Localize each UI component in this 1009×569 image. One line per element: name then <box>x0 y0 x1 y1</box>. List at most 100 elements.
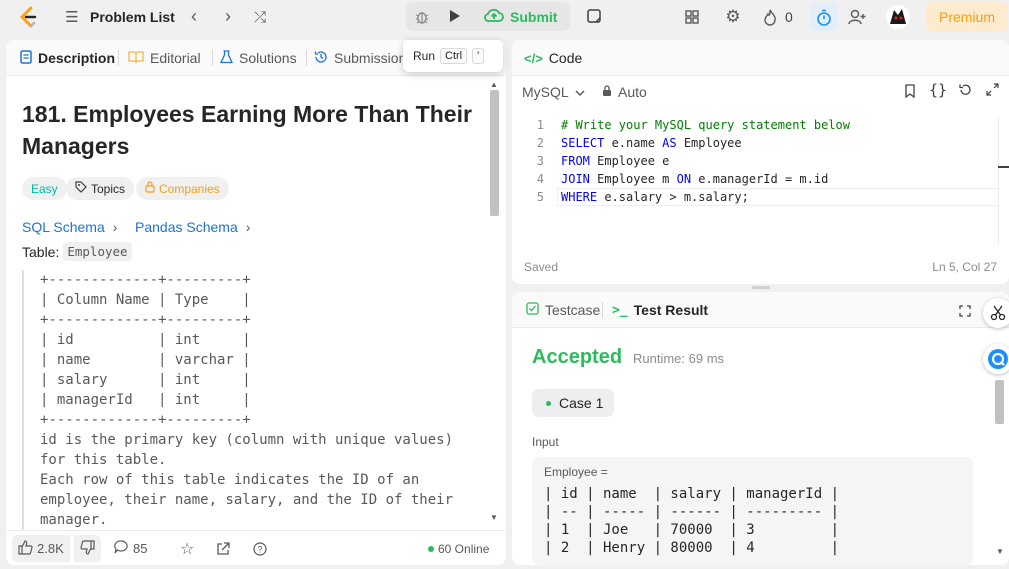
book-icon <box>128 50 144 66</box>
scissors-widget[interactable] <box>983 298 1009 328</box>
like-button[interactable]: 2.8K <box>12 535 70 562</box>
result-panel: Testcase >_ Test Result Accepted Runtime… <box>512 292 1009 565</box>
schema-line: Each row of this table indicates the ID … <box>40 472 420 488</box>
thumbs-down-icon <box>80 539 95 558</box>
code-text: JOIN Employee m ON e.managerId = m.id <box>561 170 828 188</box>
timer-icon[interactable] <box>810 3 838 31</box>
tooltip-key-ctrl: Ctrl <box>440 48 468 64</box>
tab-label: Description <box>38 50 116 66</box>
code-editor[interactable]: 1 # Write your MySQL query statement belo… <box>512 116 998 246</box>
assistant-widget[interactable] <box>983 344 1009 374</box>
bookmark-icon[interactable] <box>904 84 916 103</box>
reset-icon[interactable] <box>958 83 972 102</box>
description-scrollbar[interactable] <box>490 90 499 216</box>
notes-icon[interactable] <box>584 6 604 26</box>
layout-icon[interactable] <box>682 7 702 27</box>
tab-submissions[interactable]: Submission <box>314 40 406 76</box>
fullscreen-icon[interactable] <box>959 304 971 322</box>
tooltip-run-label: Run <box>413 49 436 63</box>
tab-editorial[interactable]: Editorial <box>128 40 201 76</box>
share-icon[interactable] <box>216 531 230 565</box>
help-icon[interactable]: ? <box>253 531 267 565</box>
auto-mode[interactable]: Auto <box>602 84 647 100</box>
language-select[interactable]: MySQL <box>522 84 585 100</box>
companies-button[interactable]: Companies <box>136 177 229 200</box>
problem-title: 181. Employees Earning More Than Their M… <box>22 101 472 159</box>
tooltip-key-quote: ' <box>472 48 485 64</box>
list-icon[interactable]: ☰ <box>62 7 82 27</box>
pandas-schema-link[interactable]: Pandas Schema › <box>135 219 250 235</box>
comments-button[interactable]: 85 <box>114 531 147 565</box>
format-braces-icon[interactable]: {} <box>929 81 947 99</box>
line-number: 4 <box>536 172 544 186</box>
bottom-action-bar: 2.8K 85 ☆ ? 60 Online <box>6 530 506 565</box>
logo-icon[interactable] <box>16 5 40 29</box>
next-problem-icon[interactable]: › <box>218 6 238 26</box>
online-count: 60 Online <box>438 541 490 556</box>
submit-label: Submit <box>510 8 558 25</box>
input-table-row: | id | name | salary | managerId | <box>544 486 840 502</box>
sql-keyword: FROM <box>561 154 590 168</box>
schema-line: | id | int | <box>40 332 251 348</box>
avatar[interactable] <box>884 3 912 31</box>
checkbox-icon <box>526 302 539 318</box>
topics-button[interactable]: Topics <box>66 177 135 200</box>
sql-schema-link[interactable]: SQL Schema › <box>22 219 117 235</box>
dislike-button[interactable] <box>74 535 101 562</box>
case-1-tab[interactable]: Case 1 <box>532 389 614 417</box>
code-brackets-icon: </> <box>524 50 543 66</box>
run-button[interactable] <box>444 5 466 27</box>
pass-dot-icon <box>546 400 551 406</box>
tab-description[interactable]: Description <box>20 40 115 76</box>
difficulty-badge: Easy <box>22 177 67 200</box>
table-label: Table: <box>22 243 60 260</box>
run-shortcut-tooltip: Run Ctrl ' <box>403 40 503 72</box>
schema-line: +-------------+---------+ <box>40 272 251 288</box>
tab-test-result[interactable]: >_ Test Result <box>612 292 708 328</box>
premium-button[interactable]: Premium <box>926 1 1008 32</box>
scroll-up-arrow[interactable]: ▲ <box>490 80 498 89</box>
chevron-right-icon: › <box>245 219 251 235</box>
case-label: Case 1 <box>559 395 604 411</box>
input-table-row: | 1 | Joe | 70000 | 3 | <box>544 522 840 538</box>
auto-label: Auto <box>618 84 647 100</box>
schema-line: | salary | int | <box>40 372 251 388</box>
problem-list-link[interactable]: Problem List <box>90 9 175 25</box>
schema-line: | Column Name | Type | <box>40 292 251 308</box>
debug-icon[interactable] <box>412 7 432 27</box>
add-user-icon[interactable] <box>846 6 868 28</box>
editor-scroll-marker <box>998 166 1009 168</box>
code-token: Employee <box>676 136 742 150</box>
result-scrollbar[interactable] <box>995 380 1004 424</box>
schema-line: manager. <box>40 512 108 528</box>
code-token: Employee e <box>589 154 670 168</box>
streak-fire-icon[interactable] <box>760 7 780 27</box>
code-text: # Write your MySQL query statement below <box>561 116 850 134</box>
result-tab-bar: Testcase >_ Test Result <box>512 292 1009 328</box>
svg-text:?: ? <box>257 544 262 554</box>
online-status: 60 Online <box>428 531 489 565</box>
input-table-name: Employee = <box>544 465 608 479</box>
star-icon[interactable]: ☆ <box>180 531 194 565</box>
expand-icon[interactable] <box>986 83 999 101</box>
code-line: 1 # Write your MySQL query statement belo… <box>512 116 998 134</box>
code-text: FROM Employee e <box>561 152 669 170</box>
tab-label: Editorial <box>150 50 201 66</box>
scroll-down-arrow[interactable]: ▼ <box>490 513 498 522</box>
tab-solutions[interactable]: Solutions <box>219 40 297 76</box>
panel-resize-handle[interactable] <box>752 286 770 289</box>
thumbs-up-icon <box>18 539 33 558</box>
code-token: e.managerId = m.id <box>691 172 829 186</box>
tab-code[interactable]: </> Code <box>524 40 582 76</box>
code-comment: # Write your MySQL query statement below <box>561 118 850 132</box>
schema-line: id is the primary key (column with uniqu… <box>40 432 454 448</box>
sql-keyword: AS <box>662 136 677 150</box>
prev-problem-icon[interactable]: ‹ <box>184 6 204 26</box>
tab-testcase[interactable]: Testcase <box>526 292 600 328</box>
settings-gear-icon[interactable]: ⚙ <box>722 6 744 28</box>
result-scroll-down-arrow[interactable]: ▼ <box>996 547 1004 556</box>
line-number: 2 <box>536 136 544 150</box>
submit-button[interactable]: Submit <box>476 2 570 31</box>
shuffle-icon[interactable]: ⤮ <box>250 7 270 27</box>
editor-scrollbar[interactable] <box>998 116 1009 246</box>
